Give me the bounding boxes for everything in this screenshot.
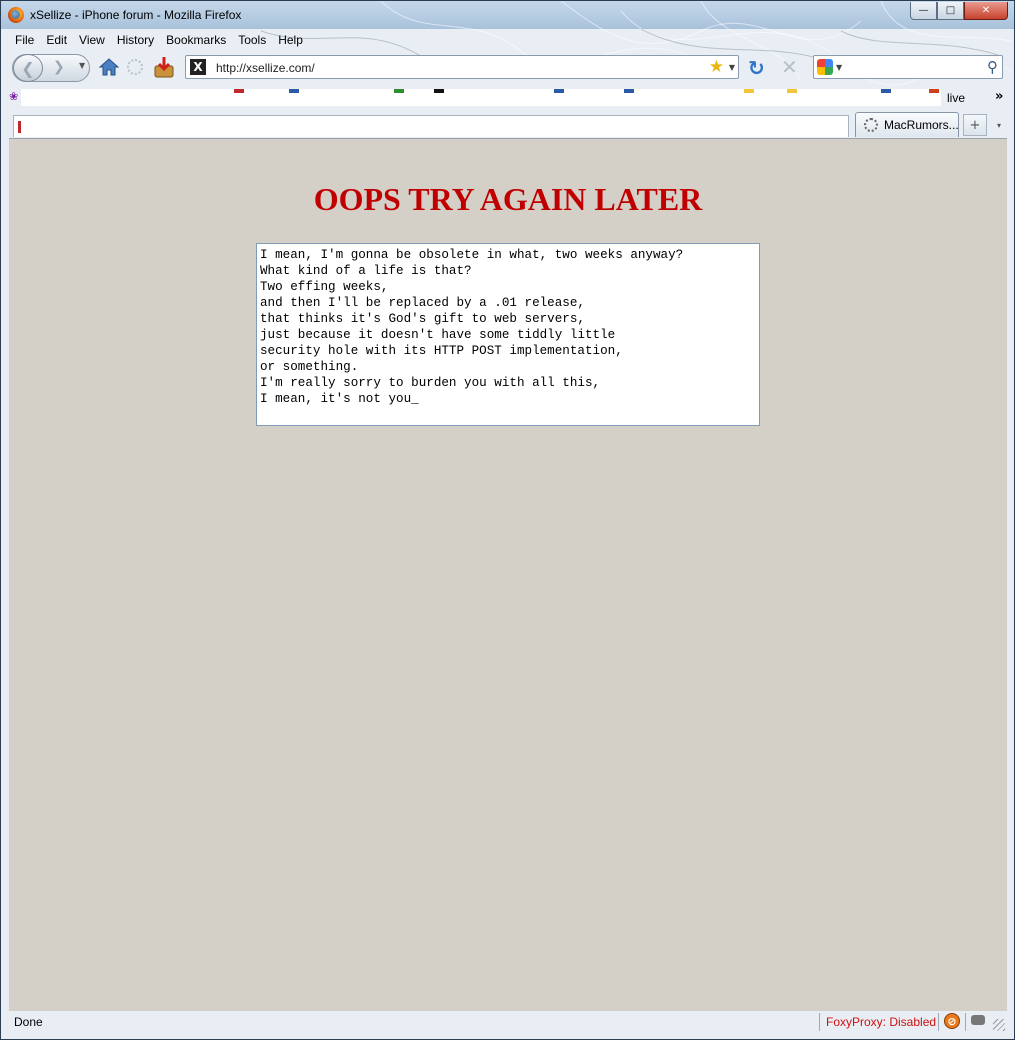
minimize-button[interactable]: —: [910, 2, 937, 20]
page-title: OOPS TRY AGAIN LATER: [313, 181, 703, 217]
bookmarks-strip: [21, 89, 941, 106]
bookmark-icon[interactable]: [881, 89, 891, 93]
url-dropdown-icon[interactable]: ▼: [729, 63, 735, 72]
window-title: xSellize - iPhone forum - Mozilla Firefo…: [30, 8, 242, 22]
bookmark-icon[interactable]: [554, 89, 564, 93]
download-icon[interactable]: [152, 55, 176, 79]
resize-grip-icon[interactable]: [993, 1019, 1005, 1031]
tab-loading-icon: [864, 118, 878, 132]
status-bar: Done FoxyProxy: Disabled ⊘: [9, 1011, 1007, 1033]
stop-icon[interactable]: ✕: [781, 55, 798, 79]
title-bar: xSellize - iPhone forum - Mozilla Firefo…: [1, 1, 1014, 30]
bookmark-icon[interactable]: [787, 89, 797, 93]
back-forward-group: ❮ ❯ ▼: [12, 54, 90, 82]
status-text: Done: [14, 1015, 43, 1029]
navigation-toolbar: ❮ ❯ ▼ X http://xsellize.com/ ★ ▼ ↻ ✕ ▼ ⚲: [9, 53, 1007, 83]
bookmarks-overflow-button[interactable]: »: [995, 89, 1003, 104]
home-icon[interactable]: [99, 58, 119, 76]
bookmark-star-icon[interactable]: ★: [709, 57, 724, 77]
new-tab-button[interactable]: +: [963, 114, 987, 136]
tab-macrumors[interactable]: MacRumors...: [855, 112, 959, 137]
tab-row-background: [13, 115, 849, 137]
history-dropdown-icon[interactable]: ▼: [79, 61, 85, 70]
bookmark-icon[interactable]: [394, 89, 404, 93]
menu-file[interactable]: File: [9, 31, 40, 51]
refresh-icon[interactable]: ↻: [748, 56, 765, 80]
yahoo-bookmark-icon[interactable]: ❀: [9, 90, 19, 103]
loading-spinner-icon: [127, 59, 143, 75]
menu-edit[interactable]: Edit: [40, 31, 73, 51]
tab-strip: MacRumors... + ▾: [9, 112, 1007, 137]
message-textarea[interactable]: I mean, I'm gonna be obsolete in what, t…: [256, 243, 760, 426]
menu-help[interactable]: Help: [272, 31, 309, 51]
forward-button[interactable]: ❯: [53, 59, 65, 75]
firefox-logo-icon: [8, 7, 24, 23]
bookmark-icon[interactable]: [434, 89, 444, 93]
menu-tools[interactable]: Tools: [232, 31, 272, 51]
bookmarks-toolbar: ❀ live »: [9, 89, 1007, 109]
page-content: OOPS TRY AGAIN LATER I mean, I'm gonna b…: [9, 138, 1007, 1011]
search-engine-dropdown-icon[interactable]: ▼: [836, 63, 842, 72]
back-icon: ❮: [21, 58, 35, 78]
bookmark-icon[interactable]: [624, 89, 634, 93]
list-all-tabs-button[interactable]: ▾: [991, 114, 1007, 136]
menu-bookmarks[interactable]: Bookmarks: [160, 31, 232, 51]
maximize-button[interactable]: □: [937, 2, 964, 20]
bookmark-live[interactable]: live: [947, 91, 965, 105]
addon-icon[interactable]: [971, 1015, 985, 1025]
close-button[interactable]: ✕: [964, 2, 1008, 20]
tab-label: MacRumors...: [884, 118, 959, 132]
tab-favicon-icon: [18, 121, 21, 133]
bookmark-icon[interactable]: [234, 89, 244, 93]
url-text: http://xsellize.com/: [216, 61, 315, 75]
url-bar[interactable]: X http://xsellize.com/ ★ ▼: [185, 55, 739, 79]
bookmark-icon[interactable]: [929, 89, 939, 93]
search-icon[interactable]: ⚲: [987, 58, 998, 76]
foxyproxy-status[interactable]: FoxyProxy: Disabled: [826, 1015, 936, 1029]
menu-history[interactable]: History: [111, 31, 160, 51]
window-controls: — □ ✕: [910, 2, 1008, 21]
status-separator: [938, 1013, 939, 1031]
status-separator: [819, 1013, 820, 1031]
foxyproxy-icon[interactable]: ⊘: [944, 1013, 960, 1029]
back-button[interactable]: ❮: [13, 54, 43, 82]
menu-view[interactable]: View: [73, 31, 111, 51]
bookmark-icon[interactable]: [744, 89, 754, 93]
site-favicon-icon: X: [190, 59, 206, 75]
search-input[interactable]: ▼ ⚲: [813, 55, 1003, 79]
status-separator: [965, 1013, 966, 1031]
bookmark-icon[interactable]: [289, 89, 299, 93]
menu-bar: File Edit View History Bookmarks Tools H…: [9, 31, 309, 51]
google-icon[interactable]: [817, 59, 833, 75]
browser-window: xSellize - iPhone forum - Mozilla Firefo…: [0, 0, 1015, 1040]
